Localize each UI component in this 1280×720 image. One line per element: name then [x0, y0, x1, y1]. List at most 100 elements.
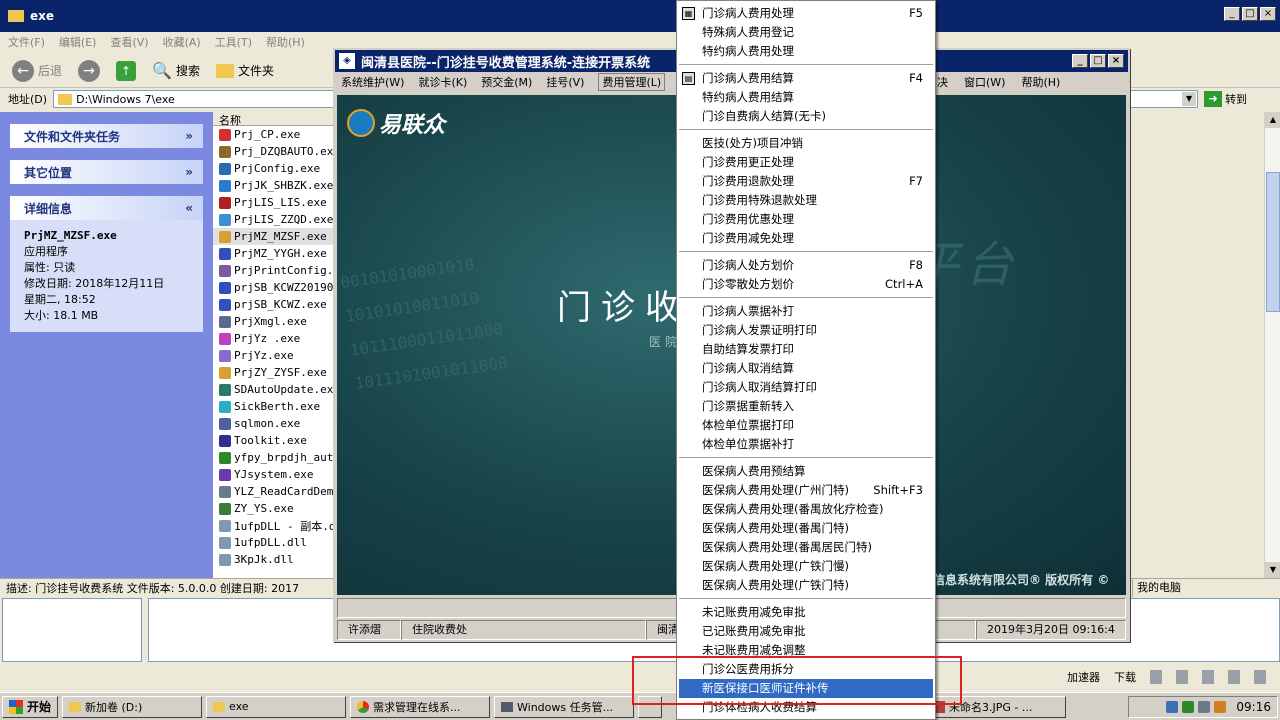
menu-item[interactable]: 门诊病人取消结算打印: [677, 378, 935, 397]
vertical-scrollbar[interactable]: ▲ ▼: [1264, 112, 1280, 578]
maximize-button[interactable]: □: [1242, 7, 1258, 21]
menu-help[interactable]: 帮助(H): [1021, 74, 1060, 90]
menu-item[interactable]: 体检单位票据补打: [677, 435, 935, 454]
menu-help[interactable]: 帮助(H): [266, 34, 305, 50]
menu-item[interactable]: 医保病人费用处理(广铁门特): [677, 576, 935, 595]
file-row[interactable]: PrjConfig.exe: [213, 160, 333, 177]
file-row[interactable]: PrjMZ_MZSF.exe: [213, 228, 333, 245]
file-row[interactable]: YJsystem.exe: [213, 466, 333, 483]
menu-item[interactable]: 医保病人费用处理(番禺居民门特): [677, 538, 935, 557]
file-row[interactable]: PrjLIS_LIS.exe: [213, 194, 333, 211]
tray-volume-icon[interactable]: [1198, 701, 1211, 713]
search-button[interactable]: 🔍 搜索: [148, 59, 204, 82]
file-row[interactable]: Prj_DZQBAUTO.exe: [213, 143, 333, 160]
tray-app-icon[interactable]: [1182, 701, 1195, 713]
task-drive-d[interactable]: 新加卷 (D:): [62, 695, 203, 718]
chevron-down-icon[interactable]: ▼: [1182, 92, 1197, 106]
menu-file[interactable]: 文件(F): [8, 34, 45, 50]
menu-favorites[interactable]: 收藏(A): [163, 34, 201, 50]
column-header-name[interactable]: 名称: [213, 112, 333, 127]
file-row[interactable]: prjSB_KCWZ201901: [213, 279, 333, 296]
close-button[interactable]: ×: [1260, 7, 1276, 21]
menu-item[interactable]: 医保病人费用处理(番禺门特): [677, 519, 935, 538]
tray-network-icon[interactable]: [1166, 701, 1179, 713]
file-row[interactable]: PrjJK_SHBZK.exe: [213, 177, 333, 194]
menu-item[interactable]: 特殊病人费用登记: [677, 23, 935, 42]
menu-registration[interactable]: 挂号(V): [546, 74, 584, 90]
menu-item[interactable]: 门诊费用更正处理: [677, 153, 935, 172]
menu-edit[interactable]: 编辑(E): [59, 34, 97, 50]
menu-item[interactable]: 门诊自费病人结算(无卡): [677, 107, 935, 126]
his-minimize-button[interactable]: _: [1072, 54, 1088, 68]
his-maximize-button[interactable]: □: [1090, 54, 1106, 68]
task-exe-folder[interactable]: exe: [206, 695, 347, 718]
menu-item[interactable]: 特约病人费用处理: [677, 42, 935, 61]
menu-item[interactable]: 医保病人费用处理(番禺放化疗检查): [677, 500, 935, 519]
menu-visit-card[interactable]: 就诊卡(K): [418, 74, 467, 90]
scroll-thumb[interactable]: [1266, 172, 1280, 312]
menu-item[interactable]: 门诊费用减免处理: [677, 229, 935, 248]
menu-item[interactable]: 医保病人费用处理(广州门特) Shift+F3: [677, 481, 935, 500]
menu-item[interactable]: 自助结算发票打印: [677, 340, 935, 359]
menu-item[interactable]: 门诊病人取消结算: [677, 359, 935, 378]
task-task-manager[interactable]: Windows 任务管...: [494, 695, 635, 718]
file-row[interactable]: PrjXmgl.exe: [213, 313, 333, 330]
menu-decision[interactable]: 决: [937, 74, 948, 90]
menu-item[interactable]: 特约病人费用结算: [677, 88, 935, 107]
file-row[interactable]: 1ufpDLL - 副本.d: [213, 517, 333, 534]
menu-item[interactable]: 门诊病人票据补打: [677, 302, 935, 321]
minimize-button[interactable]: _: [1224, 7, 1240, 21]
menu-item[interactable]: 医保病人费用处理(广铁门慢): [677, 557, 935, 576]
clock[interactable]: 09:16: [1236, 700, 1271, 714]
scroll-down-icon[interactable]: ▼: [1265, 562, 1280, 578]
details-header[interactable]: 详细信息 «: [10, 196, 203, 220]
file-row[interactable]: 1ufpDLL.dll: [213, 534, 333, 551]
menu-item[interactable]: 门诊费用退款处理 F7: [677, 172, 935, 191]
forward-button[interactable]: →: [74, 58, 104, 84]
menu-item[interactable]: 门诊费用特殊退款处理: [677, 191, 935, 210]
scroll-up-icon[interactable]: ▲: [1265, 112, 1280, 128]
file-row[interactable]: PrjPrintConfig.exe: [213, 262, 333, 279]
file-row[interactable]: prjSB_KCWZ.exe: [213, 296, 333, 313]
file-row[interactable]: YLZ_ReadCardDemo: [213, 483, 333, 500]
tray-security-icon[interactable]: [1214, 701, 1227, 713]
menu-item[interactable]: 已记账费用减免审批: [677, 622, 935, 641]
file-row[interactable]: PrjLIS_ZZQD.exe: [213, 211, 333, 228]
menu-item[interactable]: ▦ 门诊病人费用处理 F5: [677, 4, 935, 23]
file-row[interactable]: Toolkit.exe: [213, 432, 333, 449]
task-browser[interactable]: 需求管理在线系...: [350, 695, 491, 718]
menu-fee-management[interactable]: 费用管理(L): [598, 73, 666, 91]
other-places-header[interactable]: 其它位置 »: [10, 160, 203, 184]
file-row[interactable]: PrjYz.exe: [213, 347, 333, 364]
menu-window[interactable]: 窗口(W): [964, 74, 1005, 90]
file-row[interactable]: sqlmon.exe: [213, 415, 333, 432]
file-row[interactable]: yfpy_brpdjh_auto: [213, 449, 333, 466]
file-row[interactable]: ZY_YS.exe: [213, 500, 333, 517]
menu-item[interactable]: 门诊病人处方划价 F8: [677, 256, 935, 275]
back-button[interactable]: ← 后退: [8, 58, 66, 84]
menu-item[interactable]: 门诊病人发票证明打印: [677, 321, 935, 340]
download-button[interactable]: 下载: [1114, 669, 1136, 685]
menu-view[interactable]: 查看(V): [110, 34, 148, 50]
menu-item[interactable]: 医技(处方)项目冲销: [677, 134, 935, 153]
menu-item[interactable]: 未记账费用减免审批: [677, 603, 935, 622]
file-row[interactable]: SDAutoUpdate.exe: [213, 381, 333, 398]
menu-item[interactable]: 门诊费用优惠处理: [677, 210, 935, 229]
accelerator-button[interactable]: 加速器: [1067, 669, 1100, 685]
menu-system-maintenance[interactable]: 系统维护(W): [341, 74, 404, 90]
tasks-panel-header[interactable]: 文件和文件夹任务 »: [10, 124, 203, 148]
menu-item[interactable]: 门诊零散处方划价 Ctrl+A: [677, 275, 935, 294]
file-row[interactable]: PrjMZ_YYGH.exe: [213, 245, 333, 262]
goto-button[interactable]: ➜ 转到: [1204, 91, 1247, 107]
file-row[interactable]: PrjYz .exe: [213, 330, 333, 347]
start-button[interactable]: 开始: [2, 695, 59, 718]
file-row[interactable]: PrjZY_ZYSF.exe: [213, 364, 333, 381]
his-close-button[interactable]: ×: [1108, 54, 1124, 68]
menu-tools[interactable]: 工具(T): [215, 34, 252, 50]
menu-item[interactable]: 医保病人费用预结算: [677, 462, 935, 481]
up-button[interactable]: ↑: [112, 59, 140, 83]
file-row[interactable]: Prj_CP.exe: [213, 126, 333, 143]
menu-item[interactable]: 门诊票据重新转入: [677, 397, 935, 416]
file-row[interactable]: 3KpJk.dll: [213, 551, 333, 568]
menu-prepayment[interactable]: 预交金(M): [481, 74, 532, 90]
